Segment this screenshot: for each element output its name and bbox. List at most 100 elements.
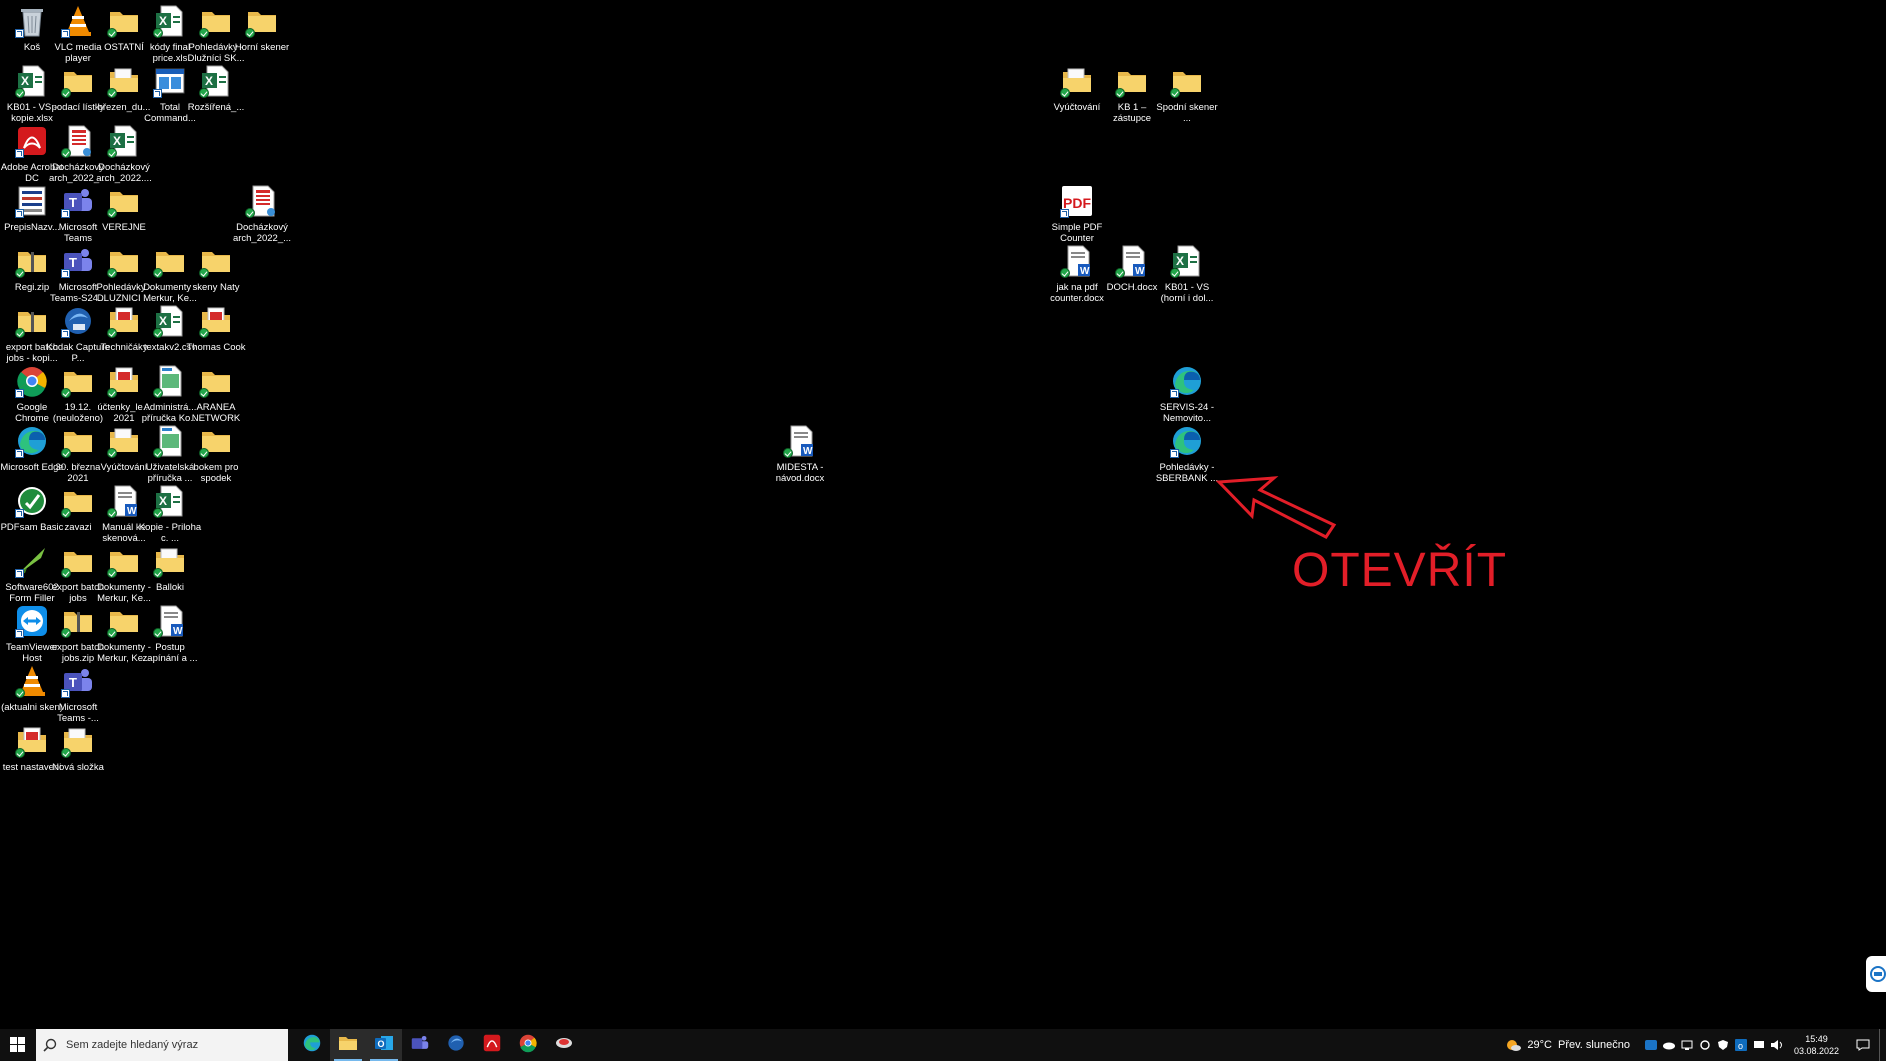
edge-icon [1170,364,1204,398]
desktop-shortcut[interactable]: W Postup zapínání a ... [142,602,198,664]
sync-status-icon [107,148,117,158]
excel-icon: X [153,484,187,518]
folder-icon [107,604,141,638]
sync-status-icon [107,88,117,98]
annotation-label: OTEVŘÍT [1292,544,1508,597]
weather-desc[interactable]: Přev. slunečno [1558,1039,1630,1051]
taskbar-edge-button[interactable] [294,1029,330,1061]
desktop-shortcut[interactable]: Horní skener [234,2,290,53]
teamviewer-side-widget[interactable] [1866,956,1886,992]
desktop-shortcut[interactable]: W DOCH.docx [1104,242,1160,293]
teamviewer-icon [15,604,49,638]
word-icon: W [153,604,187,638]
desktop-shortcut-label: skeny Naty [192,282,240,293]
outlook-tray-icon[interactable]: o [1732,1029,1750,1061]
shortcut-arrow-icon [15,29,24,38]
sync-status-icon [107,388,117,398]
desktop-shortcut[interactable]: Balloki [142,542,198,593]
sync-status-icon [61,388,71,398]
sync-status-icon [107,448,117,458]
weather-temp[interactable]: 29°C [1527,1039,1552,1051]
zip-folder-icon [15,304,49,338]
security-tray-icon[interactable] [1714,1029,1732,1061]
desktop-shortcut[interactable]: VEREJNE [96,182,152,233]
folder-icon [61,64,95,98]
software602-icon [15,544,49,578]
excel-icon: X [15,64,49,98]
sync-status-icon [107,208,117,218]
desktop-shortcut-label: Horní skener [234,42,290,53]
onedrive-tray-icon[interactable] [1660,1029,1678,1061]
sync-tray-icon[interactable] [1696,1029,1714,1061]
notifications-icon[interactable] [1847,1029,1879,1061]
desktop-shortcut-label: Postup zapínání a ... [142,642,198,664]
sync-status-icon [199,88,209,98]
sync-status-icon [153,28,163,38]
sync-status-icon [61,508,71,518]
sync-status-icon [107,568,117,578]
sync-status-icon [199,448,209,458]
folder-icon [153,244,187,278]
start-button[interactable] [0,1029,36,1061]
taskbar-teams-button[interactable] [402,1029,438,1061]
sync-status-icon [153,508,163,518]
desktop-shortcut[interactable]: Docházkový arch_2022_... [233,182,291,244]
folder-icon [245,4,279,38]
volume-icon[interactable] [1768,1029,1786,1061]
excel-icon: X [199,64,233,98]
folder-docs-icon [61,724,95,758]
file-explorer-icon [338,1033,358,1058]
desktop-shortcut[interactable]: T Microsoft Teams -... [50,662,106,724]
desktop-shortcut[interactable]: Vyúčtování [1049,62,1105,113]
sync-status-icon [107,28,117,38]
network-drive-tray-icon[interactable] [1678,1029,1696,1061]
app-list-icon [15,184,49,218]
desktop-shortcut[interactable]: W MIDESTA - návod.docx [772,422,828,484]
taskbar-file-explorer-button[interactable] [330,1029,366,1061]
desktop-shortcut[interactable]: ARANEA NETWORK [188,362,244,424]
desktop-shortcut[interactable]: bokem pro spodek [188,422,244,484]
svg-text:T: T [69,195,77,210]
shortcut-arrow-icon [15,389,24,398]
pdfsam-icon [15,484,49,518]
desktop-shortcut-label: Balloki [156,582,184,593]
excel-icon: X [1170,244,1204,278]
taskbar-outlook-button[interactable]: O [366,1029,402,1061]
desktop-shortcut[interactable]: Nová složka [50,722,106,773]
desktop-shortcut[interactable]: PDF Simple PDF Counter [1049,182,1105,244]
zip-folder-icon [15,244,49,278]
desktop-shortcut[interactable]: X Docházkový arch_2022.... [96,122,152,184]
desktop-shortcut[interactable]: X Kopie - Priloha c. ... [139,482,201,544]
taskbar-acrobat-button[interactable] [474,1029,510,1061]
desktop-shortcut[interactable]: Spodní skener ... [1156,62,1218,124]
desktop-shortcut[interactable]: Pohledávky - SBERBANK ... [1156,422,1218,484]
folder-icon [107,4,141,38]
weather-icon[interactable] [1505,1029,1523,1061]
recycle-bin-icon [15,4,49,38]
clock[interactable]: 15:49 03.08.2022 [1786,1033,1847,1057]
taskbar-app-button[interactable] [546,1029,582,1061]
desktop-shortcut-label: Nová složka [52,762,104,773]
desktop-shortcut[interactable]: KB 1 – zástupce [1104,62,1160,124]
show-desktop-button[interactable] [1879,1029,1886,1061]
sync-status-icon [199,328,209,338]
desktop-shortcut[interactable]: X Rozšířená_... [188,62,244,113]
display-tray-icon[interactable] [1750,1029,1768,1061]
taskbar-chrome-button[interactable] [510,1029,546,1061]
clock-time: 15:49 [1805,1034,1828,1044]
folder-docs-icon [153,544,187,578]
shortcut-arrow-icon [1060,209,1069,218]
teamviewer-tray-icon[interactable] [1642,1029,1660,1061]
sync-status-icon [153,328,163,338]
sync-status-icon [107,628,117,638]
sync-status-icon [199,28,209,38]
taskbar-kodak-button[interactable] [438,1029,474,1061]
desktop-shortcut[interactable]: skeny Naty [188,242,244,293]
desktop-shortcut[interactable]: Wjak na pdf counter.docx [1049,242,1105,304]
desktop-shortcut[interactable]: SERVIS-24 - Nemovito... [1159,362,1215,424]
taskbar-search[interactable] [36,1029,288,1061]
desktop-shortcut[interactable]: X KB01 - VS (horní i dol... [1159,242,1215,304]
desktop-shortcut[interactable]: Thomas Cook [186,302,246,353]
search-input[interactable] [64,1038,278,1052]
sync-status-icon [1170,88,1180,98]
